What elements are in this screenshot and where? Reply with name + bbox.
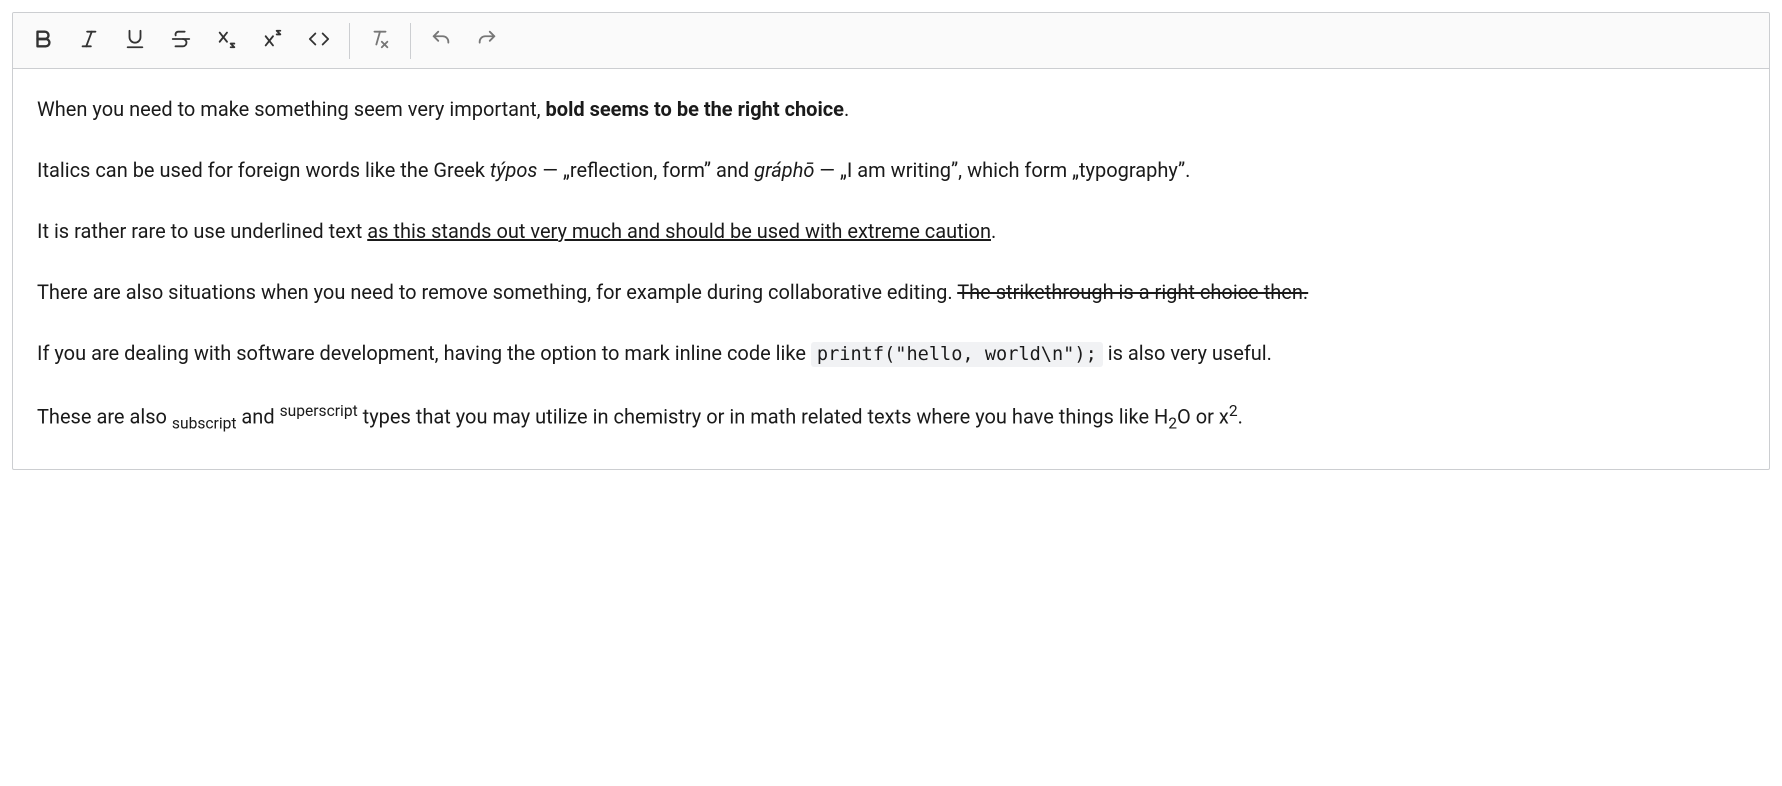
paragraph: When you need to make something seem ver…: [37, 93, 1745, 126]
superscript-button[interactable]: [251, 21, 295, 61]
text: If you are dealing with software develop…: [37, 341, 811, 365]
toolbar-separator: [349, 23, 350, 59]
strikethrough-text: The strikethrough is a right choice then…: [957, 280, 1308, 304]
strikethrough-button[interactable]: [159, 21, 203, 61]
subscript-button[interactable]: [205, 21, 249, 61]
text: — „I am writing”, which form „typography…: [814, 158, 1190, 182]
remove-format-button[interactable]: [358, 21, 402, 61]
code-icon: [308, 28, 330, 54]
editor: When you need to make something seem ver…: [12, 12, 1770, 470]
text: When you need to make something seem ver…: [37, 97, 546, 121]
text: .: [1238, 404, 1243, 428]
strikethrough-icon: [170, 28, 192, 54]
editor-content[interactable]: When you need to make something seem ver…: [13, 69, 1769, 469]
italic-text: gráphō: [754, 158, 814, 182]
text: These are also: [37, 404, 172, 428]
bold-button[interactable]: [21, 21, 65, 61]
text: O or x: [1177, 404, 1229, 428]
subscript-text: 2: [1168, 414, 1177, 432]
paragraph: There are also situations when you need …: [37, 276, 1745, 309]
inline-code: printf("hello, world\n");: [811, 342, 1103, 367]
text: .: [991, 219, 996, 243]
text: Italics can be used for foreign words li…: [37, 158, 490, 182]
undo-button[interactable]: [419, 21, 463, 61]
remove-format-icon: [369, 28, 391, 54]
bold-text: bold seems to be the right choice: [546, 97, 844, 121]
code-button[interactable]: [297, 21, 341, 61]
text: — „reflection, form” and: [537, 158, 754, 182]
superscript-icon: [262, 28, 284, 54]
text: It is rather rare to use underlined text: [37, 219, 367, 243]
paragraph: It is rather rare to use underlined text…: [37, 215, 1745, 248]
redo-icon: [476, 28, 498, 54]
paragraph: Italics can be used for foreign words li…: [37, 154, 1745, 187]
text: There are also situations when you need …: [37, 280, 957, 304]
text: types that you may utilize in chemistry …: [358, 404, 1169, 428]
paragraph: If you are dealing with software develop…: [37, 337, 1745, 371]
text: and: [236, 404, 279, 428]
subscript-text: subscript: [172, 414, 237, 432]
toolbar-separator: [410, 23, 411, 59]
underline-icon: [124, 28, 146, 54]
undo-icon: [430, 28, 452, 54]
italic-button[interactable]: [67, 21, 111, 61]
toolbar: [13, 13, 1769, 69]
bold-icon: [32, 28, 54, 54]
subscript-icon: [216, 28, 238, 54]
superscript-text: 2: [1229, 402, 1238, 420]
italic-text: týpos: [490, 158, 538, 182]
italic-icon: [78, 28, 100, 54]
text: is also very useful.: [1103, 341, 1272, 365]
underline-button[interactable]: [113, 21, 157, 61]
underline-text: as this stands out very much and should …: [367, 219, 991, 243]
redo-button[interactable]: [465, 21, 509, 61]
paragraph: These are also subscript and superscript…: [37, 399, 1745, 437]
superscript-text: superscript: [280, 402, 358, 420]
text: .: [844, 97, 849, 121]
